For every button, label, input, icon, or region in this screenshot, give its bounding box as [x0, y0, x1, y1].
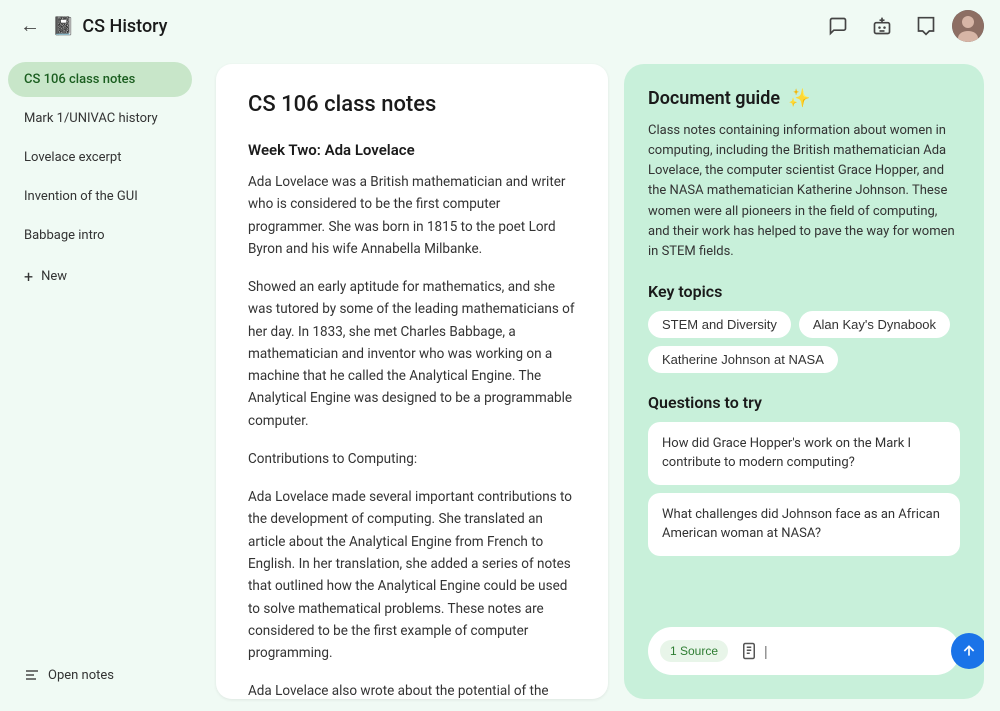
open-notes-label: Open notes	[48, 668, 114, 683]
avatar-image	[952, 10, 984, 42]
top-nav: ← 📓 CS History	[0, 0, 1000, 52]
chat-icon	[828, 16, 848, 36]
guide-panel: Document guide ✨ Class notes containing …	[624, 64, 984, 699]
notebook-icon: 📓	[52, 16, 74, 37]
topic-chip-katherine[interactable]: Katherine Johnson at NASA	[648, 346, 838, 373]
sidebar-item-babbage[interactable]: Babbage intro	[8, 218, 192, 253]
doc-paragraph-1: Ada Lovelace was a British mathematician…	[248, 171, 576, 260]
content-area: CS 106 class notes Week Two: Ada Lovelac…	[200, 52, 1000, 711]
sidebar-item-cs106[interactable]: CS 106 class notes	[8, 62, 192, 97]
doc-paragraph-2: Showed an early aptitude for mathematics…	[248, 276, 576, 432]
bot-icon	[872, 16, 892, 36]
feedback-icon-button[interactable]	[908, 8, 944, 44]
back-button[interactable]: ←	[16, 11, 44, 42]
sidebar: CS 106 class notes Mark 1/UNIVAC history…	[0, 52, 200, 711]
chat-text-input[interactable]	[764, 643, 945, 659]
source-badge[interactable]: 1 Source	[660, 640, 728, 662]
topnav-right	[820, 8, 984, 44]
avatar[interactable]	[952, 10, 984, 42]
question-card-1[interactable]: How did Grace Hopper's work on the Mark …	[648, 422, 960, 485]
feedback-icon	[916, 16, 936, 36]
open-notes-icon	[24, 667, 40, 683]
sidebar-item-mark1[interactable]: Mark 1/UNIVAC history	[8, 101, 192, 136]
document-panel: CS 106 class notes Week Two: Ada Lovelac…	[216, 64, 608, 699]
sidebar-item-lovelace[interactable]: Lovelace excerpt	[8, 140, 192, 175]
topic-chip-alan[interactable]: Alan Kay's Dynabook	[799, 311, 950, 338]
chat-input-row: 1 Source	[648, 627, 960, 675]
plus-icon: +	[24, 267, 33, 286]
doc-paragraph-3: Ada Lovelace made several important cont…	[248, 486, 576, 664]
question-card-2[interactable]: What challenges did Johnson face as an A…	[648, 493, 960, 556]
key-topics-label: Key topics	[648, 282, 960, 301]
topnav-left: ← 📓 CS History	[16, 11, 820, 42]
document-icon	[740, 642, 758, 660]
doc-section-heading: Week Two: Ada Lovelace	[248, 141, 576, 159]
sparkle-icon: ✨	[788, 88, 810, 109]
sidebar-item-invention[interactable]: Invention of the GUI	[8, 179, 192, 214]
guide-description: Class notes containing information about…	[648, 121, 960, 262]
topic-chip-stem[interactable]: STEM and Diversity	[648, 311, 791, 338]
bot-icon-button[interactable]	[864, 8, 900, 44]
doc-title: CS 106 class notes	[248, 92, 576, 117]
topics-container: STEM and Diversity Alan Kay's Dynabook K…	[648, 311, 960, 373]
open-notes-button[interactable]: Open notes	[8, 657, 192, 693]
app-title: CS History	[82, 16, 167, 37]
chat-icon-button[interactable]	[820, 8, 856, 44]
guide-header: Document guide ✨	[648, 88, 960, 109]
questions-label: Questions to try	[648, 393, 960, 412]
send-icon	[961, 643, 977, 659]
document-icon-button[interactable]	[740, 642, 758, 660]
guide-title: Document guide	[648, 88, 780, 109]
doc-paragraph-4: Ada Lovelace also wrote about the potent…	[248, 680, 576, 699]
send-button[interactable]	[951, 633, 984, 669]
main-layout: CS 106 class notes Mark 1/UNIVAC history…	[0, 52, 1000, 711]
new-note-button[interactable]: + New	[8, 257, 192, 296]
new-label: New	[41, 269, 67, 284]
sidebar-bottom: Open notes	[0, 647, 200, 703]
doc-paragraph-contributions: Contributions to Computing:	[248, 448, 576, 470]
